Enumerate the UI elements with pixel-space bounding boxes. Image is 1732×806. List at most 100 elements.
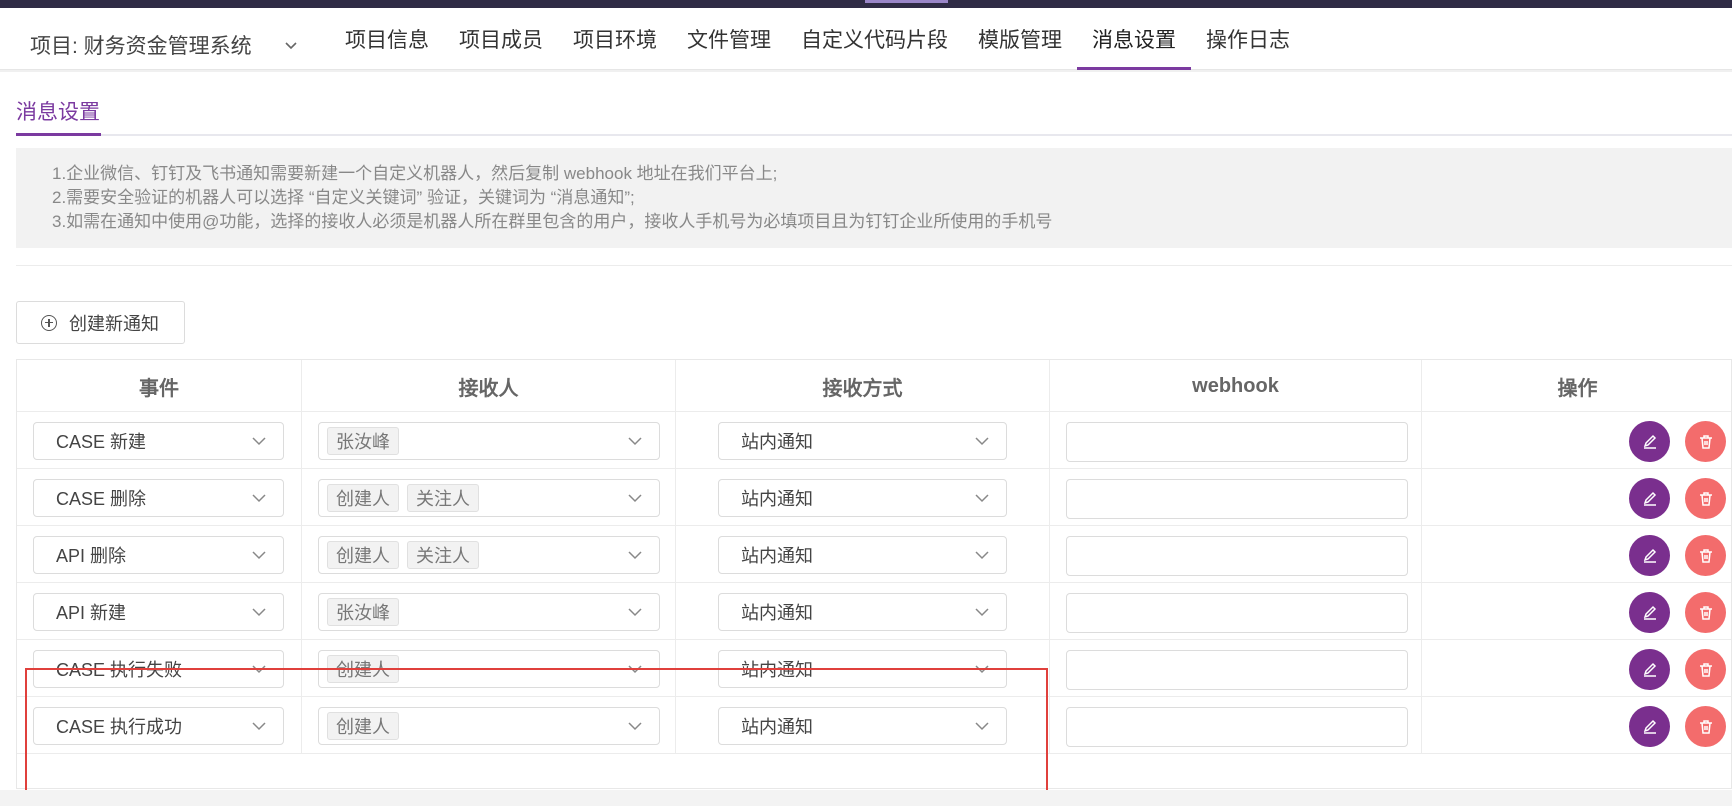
method-cell: 站内通知: [676, 640, 1050, 697]
tab-project-members[interactable]: 项目成员: [444, 8, 558, 70]
receivers-cell: 创建人 关注人: [302, 469, 676, 526]
chevron-down-icon: [252, 551, 266, 560]
event-value: API 删除: [56, 546, 127, 566]
create-button-label: 创建新通知: [69, 313, 159, 334]
event-value: API 新建: [56, 603, 127, 623]
event-value: CASE 执行失败: [56, 660, 183, 680]
tab-project-info[interactable]: 项目信息: [330, 8, 444, 70]
webhook-cell: [1050, 412, 1422, 469]
pencil-icon: [1643, 662, 1656, 677]
event-cell: CASE 执行成功: [17, 697, 302, 754]
receivers-select[interactable]: 张汝峰: [318, 422, 660, 460]
table-row: API 新建 张汝峰 站内通知: [17, 583, 1731, 640]
chevron-down-icon: [628, 665, 642, 674]
method-cell: 站内通知: [676, 469, 1050, 526]
tab-operation-log[interactable]: 操作日志: [1191, 8, 1305, 70]
receivers-select[interactable]: 创建人 关注人: [318, 536, 660, 574]
table-row: API 删除 创建人 关注人 站内通知: [17, 526, 1731, 583]
project-selector[interactable]: 项目: 财务资金管理系统: [30, 30, 298, 60]
webhook-input[interactable]: [1066, 536, 1408, 576]
top-strip-highlight: [865, 0, 948, 3]
edit-button[interactable]: [1629, 421, 1670, 462]
event-select[interactable]: API 删除: [33, 536, 284, 574]
method-value: 站内通知: [741, 660, 813, 680]
tips-panel: 1.企业微信、钉钉及飞书通知需要新建一个自定义机器人，然后复制 webhook …: [16, 148, 1732, 248]
receivers-select[interactable]: 创建人: [318, 707, 660, 745]
header: 项目: 财务资金管理系统 项目信息 项目成员 项目环境 文件管理 自定义代码片段…: [0, 8, 1732, 70]
chevron-down-icon: [285, 42, 297, 50]
subtab-message-settings[interactable]: 消息设置: [16, 96, 100, 136]
tab-code-snippets[interactable]: 自定义代码片段: [786, 8, 963, 70]
delete-button[interactable]: [1685, 478, 1726, 519]
webhook-input[interactable]: [1066, 479, 1408, 519]
method-cell: 站内通知: [676, 583, 1050, 640]
receivers-select[interactable]: 创建人: [318, 650, 660, 688]
delete-button[interactable]: [1685, 649, 1726, 690]
receiver-tag: 创建人: [327, 541, 399, 569]
webhook-input[interactable]: [1066, 650, 1408, 690]
tab-message-settings[interactable]: 消息设置: [1077, 8, 1191, 70]
col-header-webhook: webhook: [1050, 360, 1422, 412]
tip-line: 1.企业微信、钉钉及飞书通知需要新建一个自定义机器人，然后复制 webhook …: [52, 164, 778, 183]
method-cell: 站内通知: [676, 697, 1050, 754]
subtab-bar: 消息设置: [16, 96, 1732, 136]
delete-button[interactable]: [1685, 535, 1726, 576]
method-select[interactable]: 站内通知: [718, 707, 1007, 745]
tab-template-management[interactable]: 模版管理: [963, 8, 1077, 70]
tip-line: 3.如需在通知中使用@功能，选择的接收人必须是机器人所在群里包含的用户，接收人手…: [52, 212, 1053, 231]
trash-icon: [1699, 605, 1712, 620]
receivers-cell: 创建人: [302, 697, 676, 754]
event-select[interactable]: CASE 执行失败: [33, 650, 284, 688]
receivers-cell: 创建人 关注人: [302, 526, 676, 583]
event-select[interactable]: CASE 删除: [33, 479, 284, 517]
method-select[interactable]: 站内通知: [718, 650, 1007, 688]
receivers-select[interactable]: 创建人 关注人: [318, 479, 660, 517]
receiver-tag: 关注人: [407, 541, 479, 569]
method-value: 站内通知: [741, 489, 813, 509]
chevron-down-icon: [628, 722, 642, 731]
event-select[interactable]: API 新建: [33, 593, 284, 631]
edit-button[interactable]: [1629, 649, 1670, 690]
webhook-input[interactable]: [1066, 422, 1408, 462]
edit-button[interactable]: [1629, 535, 1670, 576]
chevron-down-icon: [628, 551, 642, 560]
method-value: 站内通知: [741, 603, 813, 623]
webhook-input[interactable]: [1066, 707, 1408, 747]
top-accent-strip: [0, 0, 1732, 8]
receiver-tag: 张汝峰: [327, 598, 399, 626]
event-select[interactable]: CASE 新建: [33, 422, 284, 460]
method-select[interactable]: 站内通知: [718, 479, 1007, 517]
method-select[interactable]: 站内通知: [718, 536, 1007, 574]
webhook-input[interactable]: [1066, 593, 1408, 633]
chevron-down-icon: [975, 722, 989, 731]
chevron-down-icon: [252, 665, 266, 674]
project-label: 项目: 财务资金管理系统: [30, 35, 252, 58]
event-cell: CASE 删除: [17, 469, 302, 526]
event-select[interactable]: CASE 执行成功: [33, 707, 284, 745]
delete-button[interactable]: [1685, 421, 1726, 462]
pencil-icon: [1643, 605, 1656, 620]
create-notification-button[interactable]: 创建新通知: [16, 301, 185, 344]
table-row: CASE 新建 张汝峰 站内通知: [17, 412, 1731, 469]
event-value: CASE 删除: [56, 489, 147, 509]
delete-button[interactable]: [1685, 706, 1726, 747]
tab-project-env[interactable]: 项目环境: [558, 8, 672, 70]
col-header-method: 接收方式: [676, 360, 1050, 412]
edit-button[interactable]: [1629, 592, 1670, 633]
event-cell: API 删除: [17, 526, 302, 583]
main-content: 消息设置 1.企业微信、钉钉及飞书通知需要新建一个自定义机器人，然后复制 web…: [0, 71, 1732, 806]
tab-file-management[interactable]: 文件管理: [672, 8, 786, 70]
method-select[interactable]: 站内通知: [718, 593, 1007, 631]
receiver-tag: 关注人: [407, 484, 479, 512]
receiver-tag: 创建人: [327, 484, 399, 512]
receivers-select[interactable]: 张汝峰: [318, 593, 660, 631]
webhook-cell: [1050, 469, 1422, 526]
edit-button[interactable]: [1629, 478, 1670, 519]
chevron-down-icon: [252, 722, 266, 731]
chevron-down-icon: [975, 608, 989, 617]
method-select[interactable]: 站内通知: [718, 422, 1007, 460]
webhook-cell: [1050, 640, 1422, 697]
edit-button[interactable]: [1629, 706, 1670, 747]
delete-button[interactable]: [1685, 592, 1726, 633]
event-cell: CASE 新建: [17, 412, 302, 469]
